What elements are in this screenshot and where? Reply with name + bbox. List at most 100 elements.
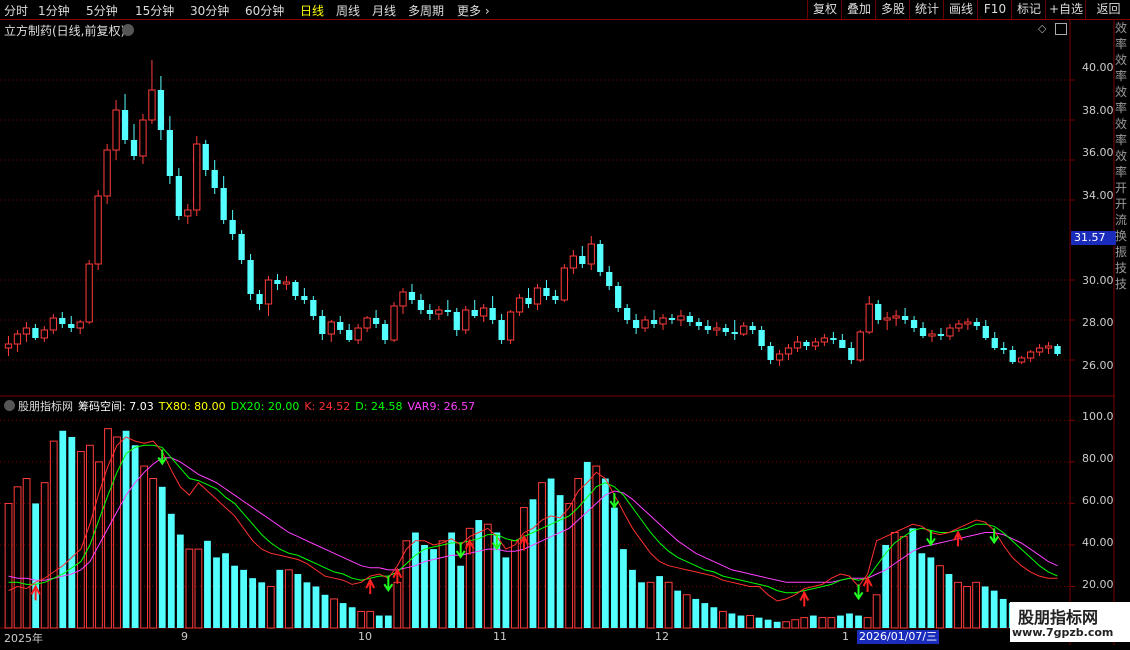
sell-arrow-icon — [383, 576, 394, 592]
sidebar-glyph: 率 — [1115, 165, 1128, 179]
candle-body — [641, 319, 649, 329]
indicator-bar — [863, 617, 872, 629]
candle-body — [615, 286, 622, 308]
indicator-bar — [972, 581, 980, 629]
candle-body — [560, 267, 569, 301]
candle-body — [1000, 348, 1007, 350]
candle-body — [175, 176, 182, 216]
indicator-bar — [791, 619, 800, 629]
indicator-bar — [266, 585, 275, 629]
candle-body — [848, 348, 855, 360]
indicator-bar — [502, 557, 510, 628]
indicator-bar — [384, 615, 392, 628]
sidebar-glyph: 率 — [1115, 37, 1128, 51]
candle-body — [749, 326, 756, 330]
indicator-axis-label: 40.00 — [1082, 536, 1114, 549]
indicator-bar — [86, 444, 94, 629]
sidebar-glyph: 效 — [1115, 149, 1128, 163]
candle-body — [310, 300, 317, 316]
quote-sidebar-strip[interactable]: 效率效率效率效率效率开开流换振技技 — [1115, 20, 1130, 395]
maximize-icon[interactable] — [1055, 23, 1067, 35]
candle-body — [713, 327, 721, 331]
candle-body — [354, 327, 362, 341]
indicator-bar — [176, 534, 184, 628]
indicator-name[interactable]: 股朋指标网 — [18, 400, 73, 413]
candle-body — [506, 311, 515, 341]
candle-body — [973, 322, 980, 326]
legend-d: D: 24.58 — [355, 400, 403, 413]
indicator-bar — [710, 607, 718, 628]
indicator-bar — [113, 436, 121, 629]
candle-body — [444, 310, 451, 312]
candle-body — [32, 328, 39, 338]
indicator-bar — [194, 548, 203, 629]
date-tick: 10 — [358, 630, 372, 643]
buy-arrow-icon — [862, 575, 873, 593]
candle-body — [803, 342, 810, 346]
candle-body — [1026, 351, 1035, 359]
candle-body — [453, 312, 460, 330]
indicator-bar — [719, 610, 727, 629]
candle-body — [408, 292, 416, 300]
candle-body — [247, 260, 254, 294]
indicator-bar — [963, 585, 971, 629]
sell-arrow-icon — [926, 530, 936, 547]
sidebar-glyph: 效 — [1115, 53, 1128, 67]
candle-body — [202, 144, 209, 170]
candle-body — [758, 330, 765, 346]
kline-chart[interactable] — [0, 0, 1130, 650]
price-axis-label: 40.00 — [1082, 61, 1114, 74]
indicator-bar — [312, 586, 320, 628]
sidebar-glyph: 开 — [1115, 181, 1128, 195]
candle-body — [130, 140, 138, 156]
indicator-bar — [284, 569, 293, 629]
indicator-bar — [927, 557, 935, 628]
candle-body — [327, 321, 335, 335]
indicator-bar — [421, 544, 428, 628]
indicator-bar — [728, 613, 736, 628]
candle-body — [13, 333, 22, 345]
candle-body — [982, 326, 989, 338]
indicator-bar — [49, 440, 58, 629]
candle-body — [435, 309, 443, 315]
candle-body — [569, 255, 577, 269]
candle-body — [256, 294, 263, 304]
candle-body — [319, 316, 326, 334]
indicator-bar — [357, 610, 366, 629]
candle-body — [543, 288, 550, 296]
indicator-bar — [167, 513, 175, 628]
legend-tx80: TX80: 80.00 — [158, 400, 226, 413]
collapse-icon[interactable] — [122, 24, 134, 36]
candle-body — [229, 220, 236, 234]
candle-body — [489, 308, 496, 320]
candle-body — [220, 188, 227, 220]
indicator-bar — [846, 613, 853, 628]
indicator-bar — [746, 615, 754, 629]
candle-body — [928, 333, 936, 337]
site-watermark: 股朋指标网 www.7gpzb.com — [1010, 602, 1130, 642]
candle-body — [264, 279, 273, 305]
indicator-bar — [773, 621, 781, 628]
indicator-collapse-icon[interactable] — [4, 400, 15, 411]
candle-body — [1035, 347, 1044, 353]
candle-body — [597, 244, 604, 272]
indicator-bar — [547, 478, 555, 628]
candle-body — [624, 308, 631, 320]
candle-body — [587, 243, 595, 265]
indicator-bar — [475, 520, 483, 628]
candle-body — [964, 321, 972, 325]
candle-body — [677, 315, 685, 321]
diamond-icon[interactable]: ◇ — [1038, 22, 1046, 35]
buy-arrow-icon — [953, 530, 963, 547]
indicator-bar — [837, 615, 844, 628]
indicator-bar — [990, 590, 998, 628]
stock-title: 立方制药(日线,前复权) — [4, 24, 126, 38]
indicator-bar — [646, 581, 655, 629]
sidebar-glyph: 率 — [1115, 133, 1128, 147]
indicator-bar — [321, 594, 329, 628]
candle-body — [731, 332, 738, 334]
legend-k: K: 24.52 — [304, 400, 351, 413]
candle-body — [103, 149, 111, 197]
sidebar-glyph: 开 — [1115, 197, 1128, 211]
candle-body — [515, 297, 524, 313]
